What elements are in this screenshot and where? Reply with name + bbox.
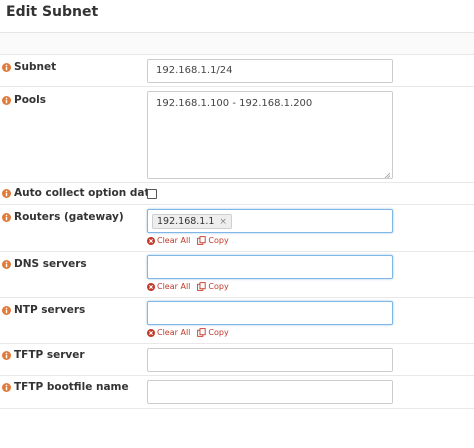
- copy-link[interactable]: Copy: [197, 282, 229, 291]
- copy-link[interactable]: Copy: [197, 328, 229, 337]
- info-icon[interactable]: [2, 188, 11, 198]
- info-icon[interactable]: [2, 62, 11, 72]
- info-icon[interactable]: [2, 350, 11, 360]
- row-pools: Pools 192.168.1.100 - 192.168.1.200: [0, 87, 474, 183]
- tftp-bootfile-label-text: TFTP bootfile name: [14, 381, 129, 393]
- copy-text: Copy: [208, 236, 229, 245]
- copy-icon: [197, 328, 208, 337]
- tag-remove-icon[interactable]: ×: [219, 217, 227, 227]
- row-dns: DNS servers Clear All Copy: [0, 252, 474, 298]
- row-ntp: NTP servers Clear All Copy: [0, 298, 474, 344]
- clear-all-text: Clear All: [157, 282, 191, 291]
- routers-tag-input[interactable]: 192.168.1.1 ×: [147, 209, 393, 233]
- info-icon[interactable]: [2, 95, 11, 105]
- subnet-label: Subnet: [2, 61, 56, 73]
- clear-all-link[interactable]: Clear All: [147, 236, 190, 245]
- clear-icon: [147, 328, 157, 337]
- ntp-label-text: NTP servers: [14, 304, 86, 316]
- info-icon[interactable]: [2, 382, 11, 392]
- routers-actions: Clear All Copy: [147, 236, 236, 245]
- clear-all-link[interactable]: Clear All: [147, 328, 190, 337]
- auto-collect-checkbox[interactable]: [147, 189, 157, 199]
- info-icon[interactable]: [2, 305, 11, 315]
- dns-servers-input[interactable]: [147, 255, 393, 279]
- tftp-bootfile-input[interactable]: [147, 380, 393, 404]
- copy-text: Copy: [208, 282, 229, 291]
- auto-collect-label: Auto collect option data: [2, 187, 157, 199]
- router-tag-text: 192.168.1.1: [157, 216, 215, 227]
- row-subnet: Subnet 192.168.1.1/24: [0, 55, 474, 87]
- info-icon[interactable]: [2, 259, 11, 269]
- ntp-label: NTP servers: [2, 304, 85, 316]
- clear-icon: [147, 236, 157, 245]
- copy-text: Copy: [208, 328, 229, 337]
- subnet-input[interactable]: 192.168.1.1/24: [147, 59, 393, 83]
- auto-collect-label-text: Auto collect option data: [14, 187, 157, 199]
- clear-icon: [147, 282, 157, 291]
- page-title: Edit Subnet: [6, 4, 99, 20]
- router-tag: 192.168.1.1 ×: [152, 214, 232, 229]
- copy-link[interactable]: Copy: [197, 236, 229, 245]
- tftp-bootfile-label: TFTP bootfile name: [2, 381, 129, 393]
- pools-textarea[interactable]: 192.168.1.100 - 192.168.1.200: [147, 91, 393, 179]
- subnet-label-text: Subnet: [14, 61, 57, 73]
- dns-label-text: DNS servers: [14, 258, 87, 270]
- tftp-server-input[interactable]: [147, 348, 393, 372]
- dns-actions: Clear All Copy: [147, 282, 236, 291]
- pools-label: Pools: [2, 94, 46, 106]
- row-routers: Routers (gateway) 192.168.1.1 × Clear Al…: [0, 205, 474, 252]
- clear-all-text: Clear All: [157, 236, 191, 245]
- info-icon[interactable]: [2, 212, 11, 222]
- tftp-server-label-text: TFTP server: [14, 349, 85, 361]
- row-tftp-server: TFTP server: [0, 344, 474, 376]
- clear-all-link[interactable]: Clear All: [147, 282, 190, 291]
- row-tftp-bootfile: TFTP bootfile name: [0, 376, 474, 409]
- row-auto-collect: Auto collect option data: [0, 183, 474, 205]
- tftp-server-label: TFTP server: [2, 349, 85, 361]
- ntp-servers-input[interactable]: [147, 301, 393, 325]
- page-header: Edit Subnet: [0, 0, 474, 32]
- copy-icon: [197, 236, 208, 245]
- clear-all-text: Clear All: [157, 328, 191, 337]
- pools-value: 192.168.1.100 - 192.168.1.200: [156, 98, 313, 109]
- routers-label-text: Routers (gateway): [14, 211, 124, 223]
- header-band: [0, 33, 474, 55]
- routers-label: Routers (gateway): [2, 211, 124, 223]
- resize-handle-icon[interactable]: [384, 170, 391, 179]
- pools-label-text: Pools: [14, 94, 46, 106]
- ntp-actions: Clear All Copy: [147, 328, 236, 337]
- dns-label: DNS servers: [2, 258, 87, 270]
- copy-icon: [197, 282, 208, 291]
